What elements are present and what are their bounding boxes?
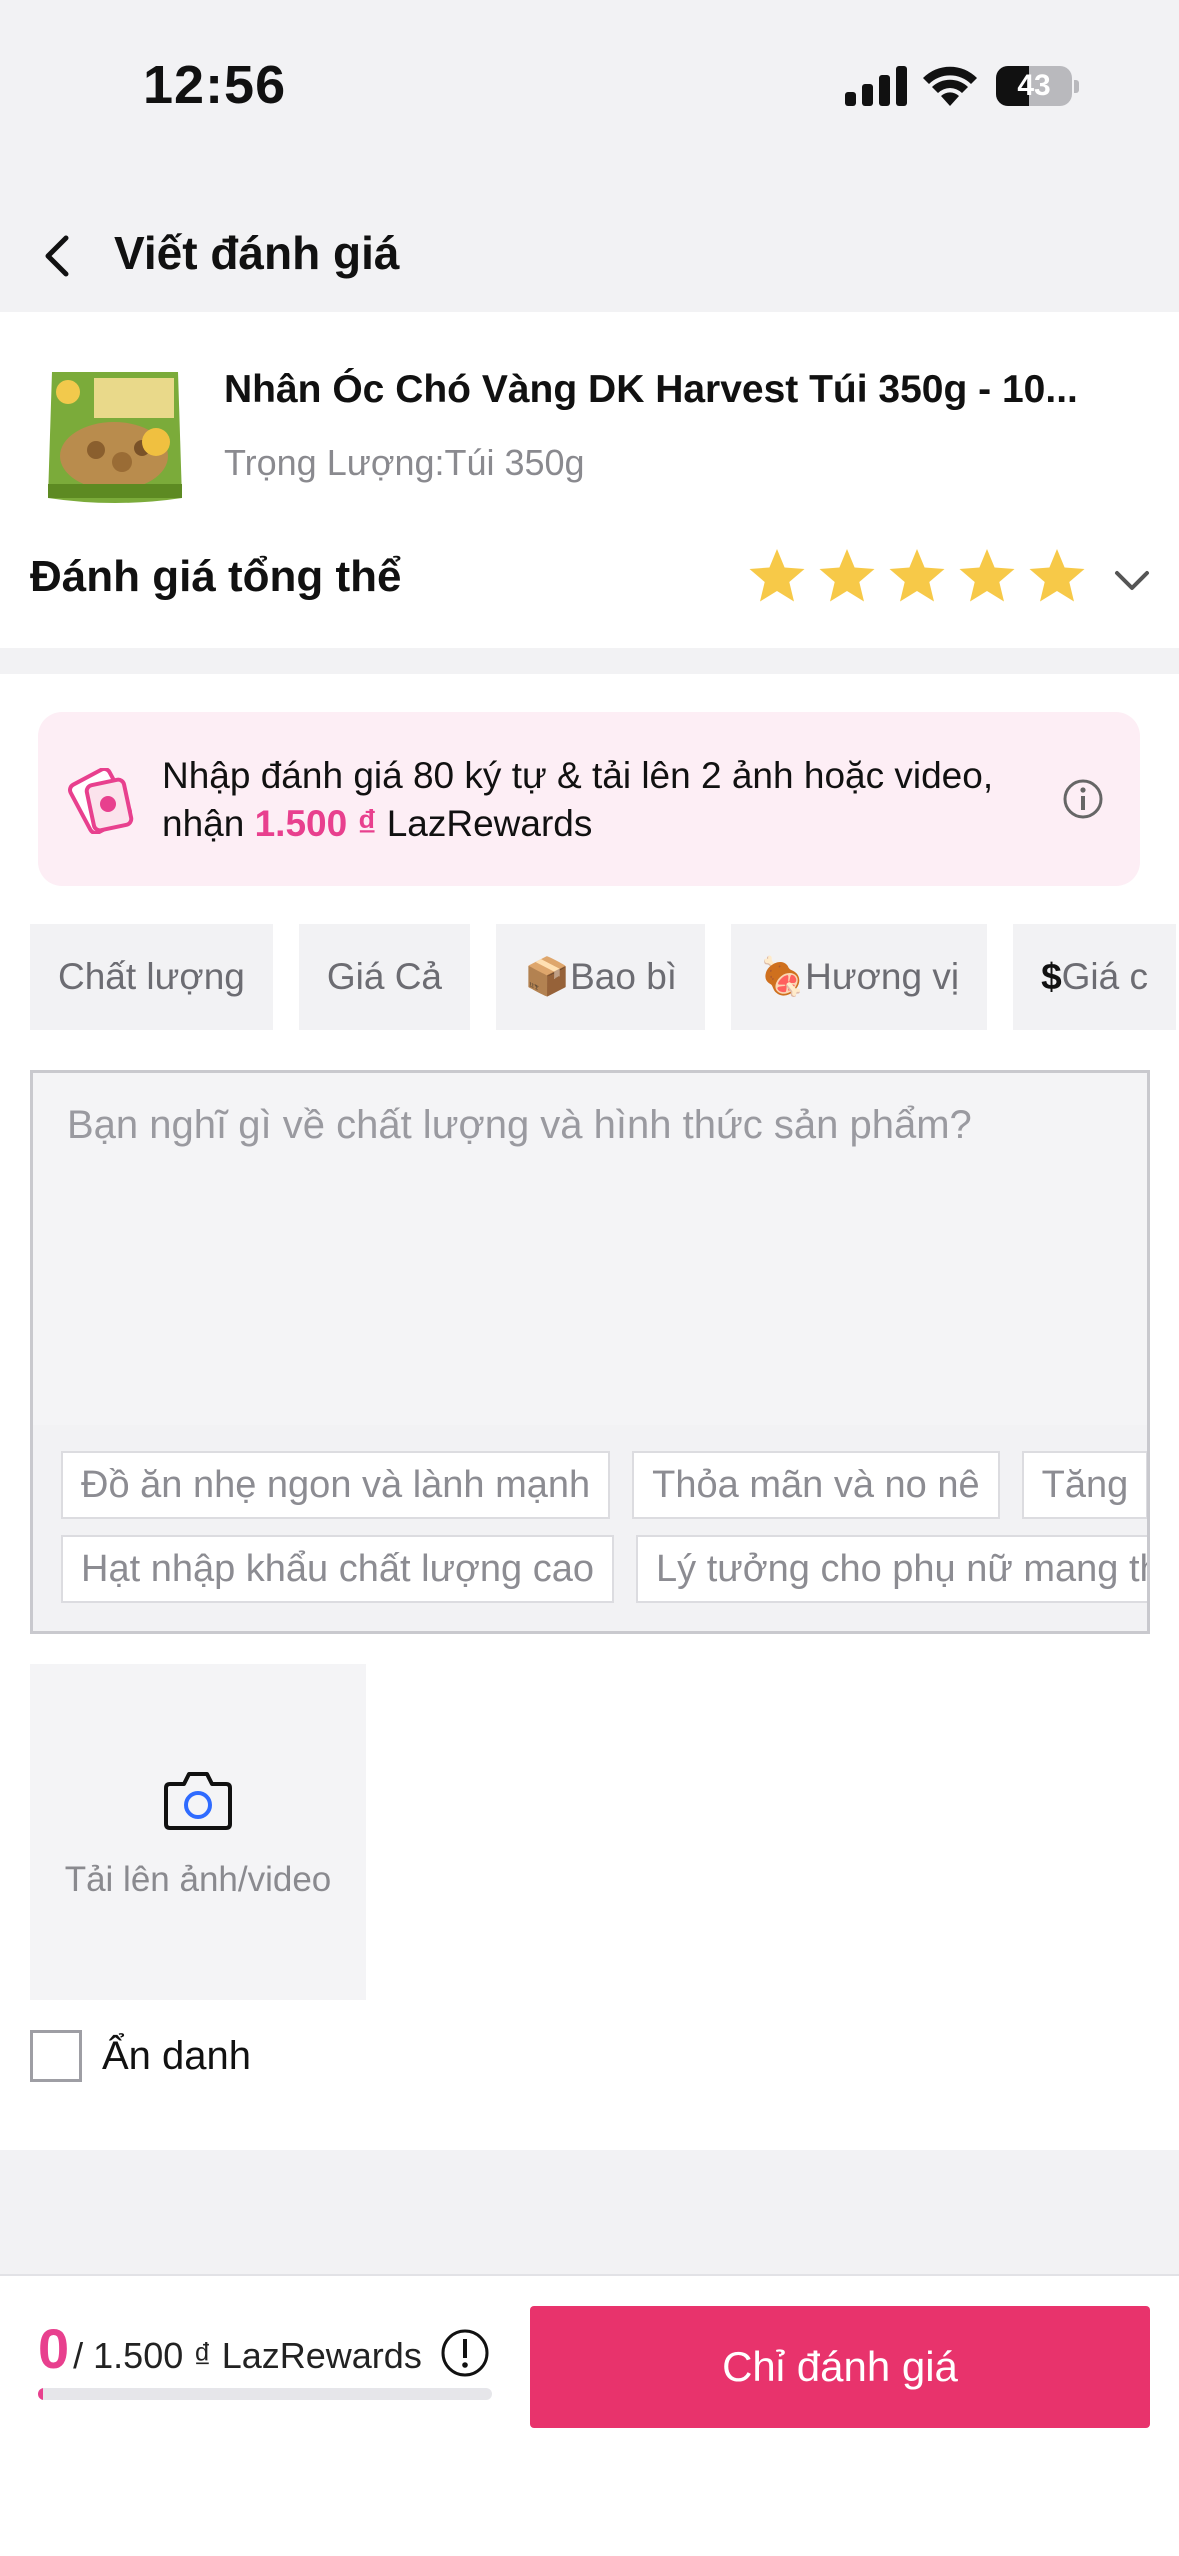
battery-level: 43 (1017, 69, 1051, 102)
promo-banner: Nhập đánh giá 80 ký tự & tải lên 2 ảnh h… (38, 712, 1140, 886)
review-placeholder: Bạn nghĩ gì về chất lượng và hình thức s… (67, 1103, 972, 1147)
suggestion-chip[interactable]: Lý tưởng cho phụ nữ mang thai (636, 1535, 1147, 1603)
camera-icon (164, 1772, 232, 1830)
review-form: Nhập đánh giá 80 ký tự & tải lên 2 ảnh h… (0, 674, 1179, 2150)
page-title: Viết đánh giá (114, 227, 400, 279)
suggestion-chip[interactable]: Tăng (1021, 1451, 1147, 1519)
review-tags: Chất lượng Giá Cả 📦Bao bì 🍖Hương vị $Giá… (30, 924, 1176, 1030)
tag-price[interactable]: Giá Cả (298, 924, 470, 1030)
reward-current: 0 (38, 2317, 70, 2380)
tag-flavor[interactable]: 🍖Hương vị (731, 924, 988, 1030)
review-text-input[interactable]: Bạn nghĩ gì về chất lượng và hình thức s… (30, 1070, 1150, 1634)
suggestion-chip[interactable]: Hạt nhập khẩu chất lượng cao (61, 1535, 615, 1603)
tag-packaging[interactable]: 📦Bao bì (496, 924, 706, 1030)
anonymous-label: Ẩn danh (102, 2034, 252, 2078)
alert-icon[interactable] (440, 2328, 490, 2378)
package-icon: 📦 (524, 956, 571, 997)
star-icon[interactable] (1026, 546, 1088, 608)
coupon-icon (68, 768, 134, 834)
reward-total: / 1.500 ₫ LazRewards (73, 2335, 422, 2376)
reward-progress-fill (38, 2388, 43, 2400)
top-nav: Viết đánh giá (0, 170, 1179, 310)
product-variant: Trọng Lượng:Túi 350g (224, 442, 585, 483)
star-icon[interactable] (746, 546, 808, 608)
upload-label: Tải lên ảnh/video (64, 1860, 332, 1899)
tag-value[interactable]: $Giá c (1013, 924, 1176, 1030)
wifi-icon (923, 66, 977, 106)
bottom-bar: 0 / 1.500 ₫ LazRewards Chỉ đánh giá (0, 2274, 1179, 2556)
chevron-down-icon[interactable] (1114, 570, 1150, 592)
star-icon[interactable] (816, 546, 878, 608)
battery-icon: 43 (996, 66, 1079, 106)
status-time: 12:56 (143, 55, 287, 115)
reward-counter: 0 / 1.500 ₫ LazRewards (38, 2316, 422, 2381)
star-icon[interactable] (886, 546, 948, 608)
product-thumbnail (44, 364, 186, 510)
submit-review-button[interactable]: Chỉ đánh giá (530, 2306, 1150, 2428)
meat-icon: 🍖 (759, 956, 806, 997)
product-card: Nhân Óc Chó Vàng DK Harvest Túi 350g - 1… (0, 312, 1179, 648)
suggestion-chip[interactable]: Đồ ăn nhẹ ngon và lành mạnh (61, 1451, 611, 1519)
anonymous-checkbox[interactable] (30, 2030, 82, 2082)
tag-quality[interactable]: Chất lượng (30, 924, 273, 1030)
star-rating[interactable] (746, 546, 1088, 618)
suggestion-chip[interactable]: Thỏa mãn và no nê (632, 1451, 1000, 1519)
promo-amount: 1.500 ₫ (254, 803, 377, 844)
cellular-signal-icon (845, 66, 907, 106)
product-name: Nhân Óc Chó Vàng DK Harvest Túi 350g - 1… (224, 368, 1078, 411)
dollar-icon: $ (1041, 956, 1062, 997)
status-bar: 12:56 43 (0, 0, 1179, 170)
overall-rating-label: Đánh giá tổng thể (30, 552, 402, 601)
reward-progress-bar (38, 2388, 492, 2400)
info-icon[interactable] (1062, 778, 1104, 820)
back-arrow-icon[interactable] (38, 232, 78, 280)
upload-media-button[interactable]: Tải lên ảnh/video (30, 1664, 366, 2000)
star-icon[interactable] (956, 546, 1018, 608)
suggestion-chips: Đồ ăn nhẹ ngon và lành mạnh Thỏa mãn và … (33, 1425, 1147, 1631)
promo-text: Nhập đánh giá 80 ký tự & tải lên 2 ảnh h… (162, 755, 994, 844)
